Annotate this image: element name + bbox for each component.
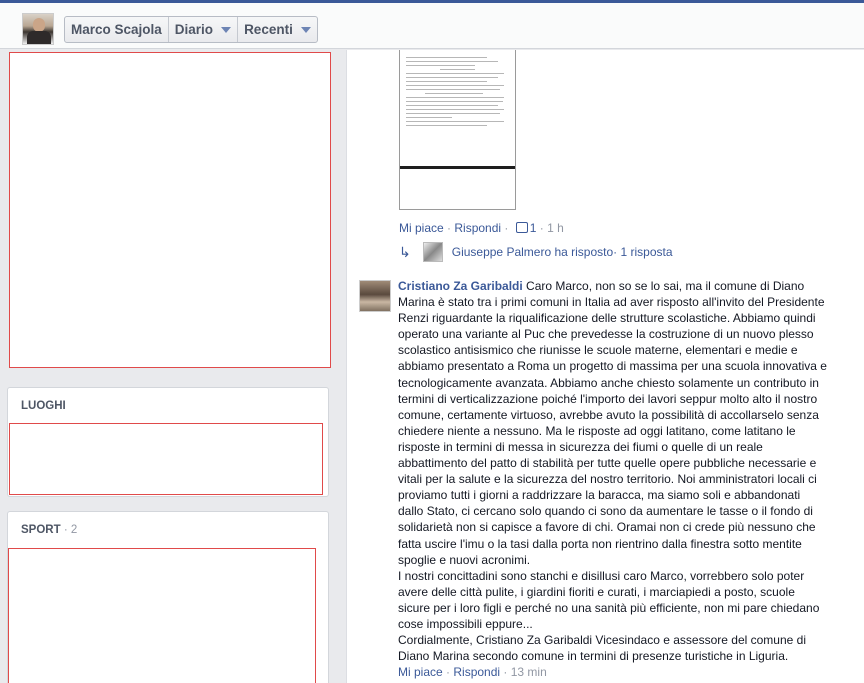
main-feed: Mi piace · Rispondi · 1 · 1 h ↳ Giuseppe… [346,50,864,683]
profile-nav: Marco Scajola Diario Recenti [64,16,318,43]
highlight-box-luoghi [9,423,323,495]
comment-paragraph-2: I nostri concittadini sono stanchi e dis… [398,568,820,631]
chevron-down-icon [300,26,311,33]
replier-avatar [422,242,443,262]
chevron-down-icon [221,26,232,33]
left-column: LUOGHI SPORT · 2 [0,50,345,683]
comment-time: · 13 min [500,665,547,679]
reply-count[interactable]: · 1 risposta [613,245,672,259]
highlight-box-top [9,52,331,368]
reply-link[interactable]: Rispondi [454,221,501,235]
comment-paragraph-1: Caro Marco, non so se lo sai, ma il comu… [398,279,827,567]
comment-author-avatar[interactable] [359,280,391,312]
reply-arrow-icon: ↳ [399,243,411,260]
highlight-box-sport [8,548,316,683]
replies-summary[interactable]: ↳ Giuseppe Palmero ha risposto · 1 rispo… [399,242,673,262]
diario-dropdown[interactable]: Diario [169,17,239,42]
profile-header: Marco Scajola Diario Recenti [0,3,864,49]
profile-avatar[interactable] [22,13,54,45]
luoghi-panel: LUOGHI [7,387,329,497]
comment-author[interactable]: Cristiano Za Garibaldi [398,279,523,293]
post-actions: Mi piace · Rispondi · 1 · 1 h [399,221,564,235]
luoghi-title: LUOGHI [21,400,66,412]
document-image[interactable] [399,50,516,210]
profile-name-button[interactable]: Marco Scajola [65,17,169,42]
comment-reply-link[interactable]: Rispondi [453,665,500,679]
comment-actions: Mi piace · Rispondi · 13 min [398,665,547,679]
thumbs-up-icon [515,222,528,233]
recenti-dropdown[interactable]: Recenti [238,17,317,42]
sport-title: SPORT · 2 [21,524,78,536]
comment-like-link[interactable]: Mi piace [398,665,443,679]
replier-text[interactable]: Giuseppe Palmero ha risposto [452,245,613,259]
sport-panel: SPORT · 2 [7,511,329,683]
sport-count: · 2 [60,524,78,536]
like-link[interactable]: Mi piace [399,221,444,235]
post-time: · 1 h [536,221,564,235]
comment-body: Cristiano Za Garibaldi Caro Marco, non s… [398,278,828,664]
comment-paragraph-3: Cordialmente, Cristiano Za Garibaldi Vic… [398,633,806,664]
